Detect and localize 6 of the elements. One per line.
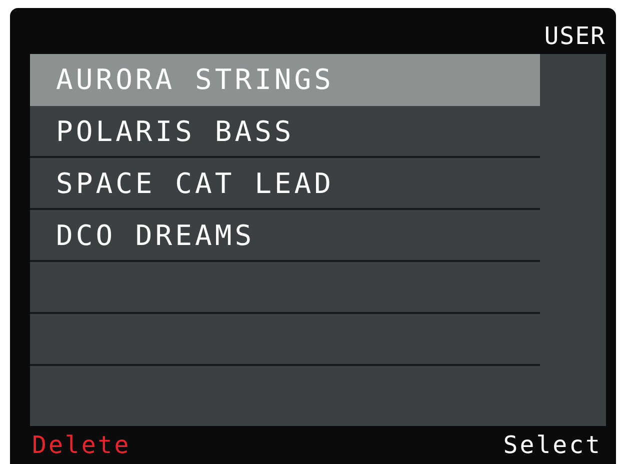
preset-item[interactable]: SPACE CAT LEAD (30, 158, 540, 210)
softkey-label[interactable]: Select (501, 431, 606, 459)
softkey-label[interactable]: Delete (30, 431, 135, 459)
bank-title: USER (544, 22, 606, 52)
preset-item[interactable]: DCO DREAMS (30, 210, 540, 262)
preset-item[interactable]: POLARIS BASS (30, 106, 540, 158)
